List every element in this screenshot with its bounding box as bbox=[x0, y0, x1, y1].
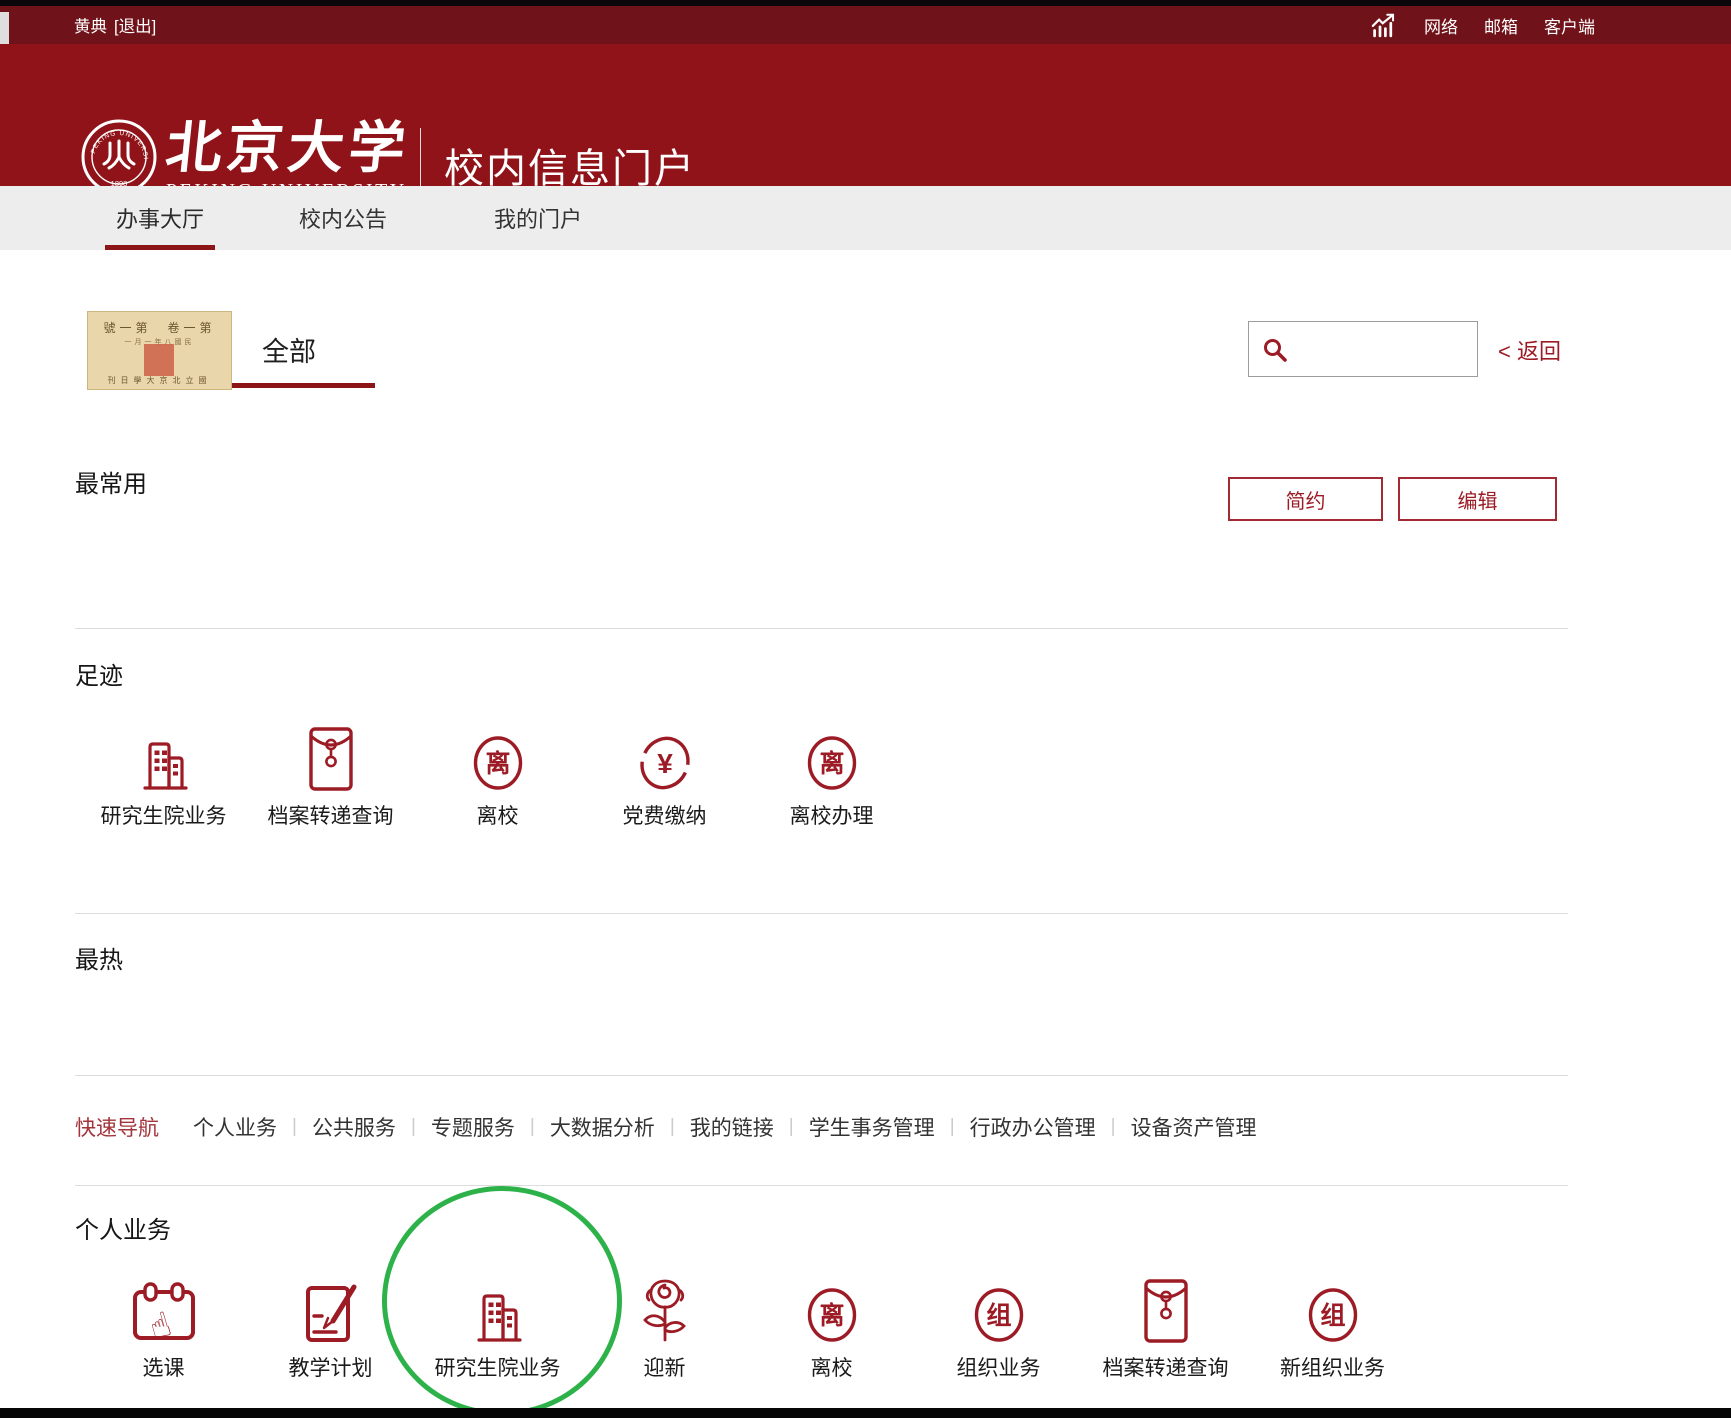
service-item-orientation[interactable]: 迎新 bbox=[581, 1272, 748, 1382]
edit-button[interactable]: 编辑 bbox=[1398, 477, 1557, 521]
search-icon bbox=[1262, 337, 1288, 363]
journal-thumbnail: 號一第 卷一第 一月一年八國民 刊日學大京北立國 bbox=[87, 311, 232, 390]
quick-nav-special[interactable]: 专题服务 bbox=[431, 1112, 515, 1142]
org-seal-icon: 组 bbox=[1305, 1286, 1361, 1344]
portal-page: 黄典 [退出] 网络 邮箱 客户端 PEKING UNIVERSITY 1898 bbox=[0, 0, 1731, 1418]
svg-text:组: 组 bbox=[986, 1302, 1011, 1330]
service-item-grad-school[interactable]: 研究生院业务 bbox=[414, 1272, 581, 1382]
separator bbox=[411, 1116, 416, 1138]
topbar-link-mail[interactable]: 邮箱 bbox=[1484, 13, 1518, 38]
topbar-links: 网络 邮箱 客户端 bbox=[1371, 6, 1595, 44]
svg-text:PEKING UNIVERSITY: PEKING UNIVERSITY bbox=[80, 118, 149, 160]
quick-nav: 快速导航 个人业务 公共服务 专题服务 大数据分析 我的链接 学生事务管理 行政… bbox=[75, 1112, 1257, 1142]
service-item-archive-transfer[interactable]: 档案转递查询 bbox=[1082, 1272, 1249, 1382]
search-box bbox=[1248, 321, 1478, 377]
tab-campus-notice[interactable]: 校内公告 bbox=[288, 186, 398, 250]
service-item-leave-processing[interactable]: 离 离校办理 bbox=[748, 720, 915, 830]
separator bbox=[1111, 1116, 1116, 1138]
logout-link[interactable]: [退出] bbox=[114, 13, 156, 37]
separator bbox=[789, 1116, 794, 1138]
tab-all-categories[interactable]: 全部 bbox=[262, 330, 316, 369]
tab-my-portal[interactable]: 我的门户 bbox=[483, 186, 593, 250]
divider bbox=[75, 1075, 1568, 1076]
leave-seal-icon: 离 bbox=[804, 734, 860, 792]
archive-envelope-icon bbox=[1141, 1278, 1191, 1344]
service-item-org-business[interactable]: 组 组织业务 bbox=[915, 1272, 1082, 1382]
quick-nav-admin-office[interactable]: 行政办公管理 bbox=[970, 1112, 1096, 1142]
tab-service-hall[interactable]: 办事大厅 bbox=[105, 186, 215, 250]
active-tab-underline bbox=[105, 245, 215, 250]
building-icon bbox=[470, 1288, 526, 1344]
archive-envelope-icon bbox=[306, 726, 356, 792]
pku-seal-logo: PEKING UNIVERSITY 1898 bbox=[80, 118, 158, 196]
simple-mode-button[interactable]: 简约 bbox=[1228, 477, 1383, 521]
trend-chart-icon bbox=[1371, 12, 1398, 39]
svg-text:离: 离 bbox=[819, 1301, 844, 1330]
service-item-leave-school[interactable]: 离 离校 bbox=[414, 720, 581, 830]
svg-text:离: 离 bbox=[819, 749, 844, 778]
separator bbox=[950, 1116, 955, 1138]
service-item-leave-school[interactable]: 离 离校 bbox=[748, 1272, 915, 1382]
plan-pencil-icon bbox=[302, 1284, 360, 1344]
brand-chinese: 北京大学 bbox=[163, 120, 413, 176]
section-title-personal: 个人业务 bbox=[75, 1210, 171, 1245]
main-tabbar: 办事大厅 校内公告 我的门户 bbox=[0, 186, 1731, 250]
service-item-archive-transfer[interactable]: 档案转递查询 bbox=[247, 720, 414, 830]
leave-seal-icon: 离 bbox=[804, 1286, 860, 1344]
thumbnail-red-seal bbox=[144, 344, 174, 376]
user-area: 黄典 [退出] bbox=[74, 6, 156, 44]
brand-header: PEKING UNIVERSITY 1898 北京大学 PEKING UNIVE… bbox=[0, 44, 1731, 186]
personal-row: ☝ 选课 教学计划 研究生院业务 迎新 离 离校 组 组织业务 档案转递查询 组 bbox=[80, 1272, 1416, 1382]
service-item-course-select[interactable]: ☝ 选课 bbox=[80, 1272, 247, 1382]
calendar-pick-icon: ☝ bbox=[131, 1282, 197, 1344]
quick-nav-public[interactable]: 公共服务 bbox=[312, 1112, 396, 1142]
divider bbox=[75, 913, 1568, 914]
header-divider bbox=[420, 128, 421, 194]
quick-nav-student-affairs[interactable]: 学生事务管理 bbox=[809, 1112, 935, 1142]
quick-nav-personal[interactable]: 个人业务 bbox=[193, 1112, 277, 1142]
quick-nav-equipment-assets[interactable]: 设备资产管理 bbox=[1131, 1112, 1257, 1142]
quick-nav-label: 快速导航 bbox=[75, 1112, 159, 1142]
service-item-teaching-plan[interactable]: 教学计划 bbox=[247, 1272, 414, 1382]
svg-text:组: 组 bbox=[1320, 1302, 1345, 1330]
org-seal-icon: 组 bbox=[971, 1286, 1027, 1344]
svg-text:¥: ¥ bbox=[657, 748, 673, 779]
all-tab-underline bbox=[232, 383, 375, 388]
leave-seal-icon: 离 bbox=[470, 734, 526, 792]
section-title-hottest: 最热 bbox=[75, 940, 123, 975]
svg-text:离: 离 bbox=[485, 749, 510, 778]
topbar-link-network[interactable]: 网络 bbox=[1424, 13, 1458, 38]
separator bbox=[670, 1116, 675, 1138]
bottom-black-strip bbox=[0, 1408, 1731, 1418]
divider bbox=[75, 628, 1568, 629]
yuan-seal-icon: ¥ bbox=[637, 734, 693, 792]
service-item-party-fee[interactable]: ¥ 党费缴纳 bbox=[581, 720, 748, 830]
separator bbox=[530, 1116, 535, 1138]
thumbnail-text-top: 號一第 卷一第 bbox=[88, 319, 231, 336]
topbar-link-client[interactable]: 客户端 bbox=[1544, 13, 1595, 38]
user-name: 黄典 bbox=[74, 13, 107, 37]
separator bbox=[292, 1116, 297, 1138]
flower-icon bbox=[637, 1278, 693, 1344]
top-utility-bar: 黄典 [退出] 网络 邮箱 客户端 bbox=[0, 6, 1731, 44]
footprints-row: 研究生院业务 档案转递查询 离 离校 ¥ 党费缴纳 离 离校办理 bbox=[80, 720, 915, 830]
divider bbox=[75, 1185, 1568, 1186]
search-input[interactable] bbox=[1293, 323, 1477, 375]
building-icon bbox=[136, 736, 192, 792]
thumbnail-text-bottom: 刊日學大京北立國 bbox=[88, 375, 231, 386]
service-item-grad-school[interactable]: 研究生院业务 bbox=[80, 720, 247, 830]
back-link[interactable]: < 返回 bbox=[1498, 334, 1561, 366]
section-title-most-used: 最常用 bbox=[75, 464, 147, 499]
quick-nav-bigdata[interactable]: 大数据分析 bbox=[550, 1112, 655, 1142]
section-title-footprints: 足迹 bbox=[75, 656, 123, 691]
service-item-new-org-business[interactable]: 组 新组织业务 bbox=[1249, 1272, 1416, 1382]
quick-nav-mylinks[interactable]: 我的链接 bbox=[690, 1112, 774, 1142]
